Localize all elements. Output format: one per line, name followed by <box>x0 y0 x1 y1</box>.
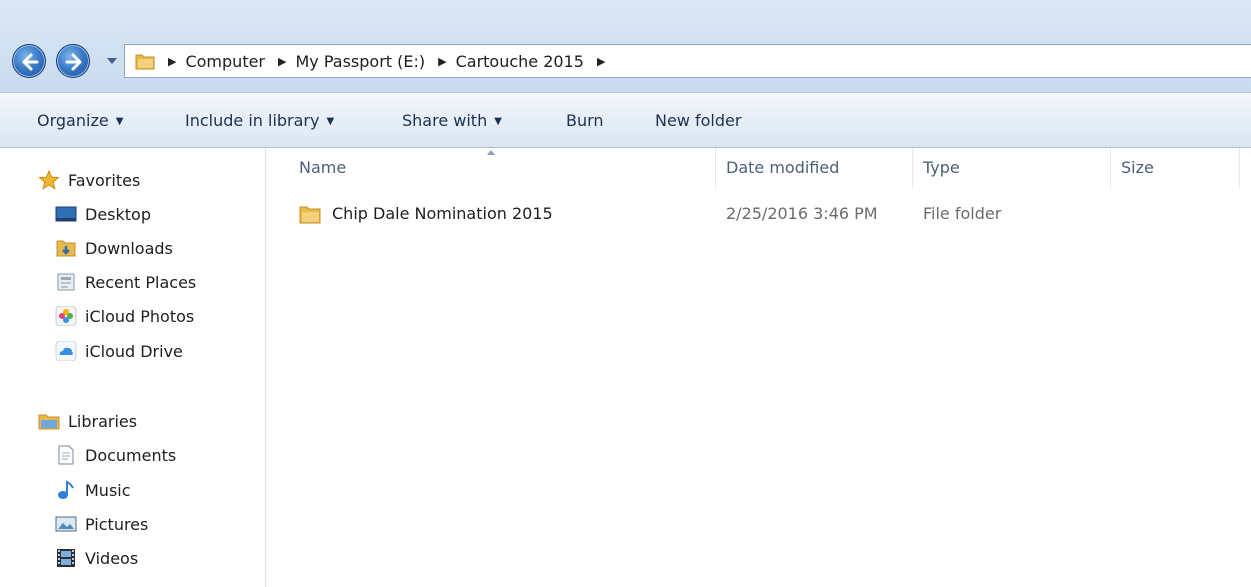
sidebar-item-documents[interactable]: Documents <box>55 442 176 468</box>
column-divider[interactable] <box>1239 148 1240 188</box>
sidebar-item-label: Pictures <box>85 514 149 534</box>
folder-icon <box>135 52 155 70</box>
share-with-button[interactable]: Share with ▼ <box>402 111 502 130</box>
sidebar-item-label: Documents <box>85 445 177 465</box>
sidebar-item-desktop[interactable]: Desktop <box>55 201 151 227</box>
column-header-name[interactable]: Name <box>299 158 346 177</box>
include-in-library-label: Include in library <box>185 111 320 130</box>
navigation-pane: Favorites Desktop Downloads Recent Place… <box>0 148 266 587</box>
file-type: File folder <box>923 204 1002 223</box>
title-bar: ▶ Computer ▶ My Passport (E:) ▶ Cartouch… <box>0 0 1251 92</box>
command-bar: Organize ▼ Include in library ▼ Share with… <box>0 92 1251 148</box>
file-name[interactable]: Chip Dale Nomination 2015 <box>332 204 553 223</box>
dropdown-arrow-icon: ▼ <box>115 116 124 127</box>
sort-ascending-icon <box>487 150 495 155</box>
column-header-size[interactable]: Size <box>1121 158 1154 177</box>
dropdown-arrow-icon: ▼ <box>326 116 335 127</box>
chevron-right-icon[interactable]: ▶ <box>597 56 605 67</box>
sidebar-item-label: Recent Places <box>85 272 197 292</box>
new-folder-button[interactable]: New folder <box>655 111 741 130</box>
recent-places-icon <box>55 272 77 292</box>
sidebar-item-label: Downloads <box>85 238 173 258</box>
chevron-right-icon[interactable]: ▶ <box>438 56 446 67</box>
include-in-library-button[interactable]: Include in library ▼ <box>185 111 334 130</box>
burn-button[interactable]: Burn <box>566 111 604 130</box>
sidebar-item-label: iCloud Photos <box>85 306 195 326</box>
column-divider[interactable] <box>912 148 913 188</box>
file-list: Name Date modified Type Size Chip Dale N… <box>267 148 1251 587</box>
breadcrumb-cartouche-2015[interactable]: Cartouche 2015 <box>456 52 584 71</box>
pictures-icon <box>55 514 77 534</box>
downloads-icon <box>55 238 77 258</box>
column-divider[interactable] <box>715 148 716 188</box>
sidebar-item-pictures[interactable]: Pictures <box>55 511 148 537</box>
chevron-right-icon[interactable]: ▶ <box>168 56 176 67</box>
file-row[interactable]: Chip Dale Nomination 2015 2/25/2016 3:46… <box>267 200 1251 230</box>
star-icon <box>38 169 60 190</box>
address-bar[interactable]: ▶ Computer ▶ My Passport (E:) ▶ Cartouch… <box>124 44 1251 78</box>
organize-button[interactable]: Organize ▼ <box>37 111 123 130</box>
breadcrumb-my-passport[interactable]: My Passport (E:) <box>295 52 425 71</box>
sidebar-libraries[interactable]: Libraries <box>38 408 137 434</box>
videos-film-icon <box>55 548 77 568</box>
column-header-type[interactable]: Type <box>923 158 960 177</box>
icloud-photos-icon <box>55 305 77 327</box>
music-note-icon <box>55 480 77 500</box>
sidebar-item-music[interactable]: Music <box>55 477 131 503</box>
forward-arrow-icon <box>65 53 82 71</box>
breadcrumb-computer[interactable]: Computer <box>185 52 265 71</box>
folder-icon <box>299 204 321 224</box>
sidebar-item-icloud-drive[interactable]: iCloud Drive <box>55 338 183 364</box>
back-button[interactable] <box>12 44 46 78</box>
chevron-right-icon[interactable]: ▶ <box>278 56 286 67</box>
documents-icon <box>55 445 77 465</box>
column-header-date-modified[interactable]: Date modified <box>726 158 839 177</box>
library-icon <box>38 411 60 431</box>
dropdown-arrow-icon: ▼ <box>494 116 502 127</box>
sidebar-favorites-label: Favorites <box>68 170 141 190</box>
sidebar-item-icloud-photos[interactable]: iCloud Photos <box>55 303 194 329</box>
sidebar-libraries-label: Libraries <box>68 411 138 431</box>
file-date-modified: 2/25/2016 3:46 PM <box>726 204 878 223</box>
sidebar-favorites[interactable]: Favorites <box>38 167 140 193</box>
sidebar-item-videos[interactable]: Videos <box>55 545 138 571</box>
sidebar-item-label: Videos <box>85 548 139 568</box>
recent-pages-dropdown[interactable] <box>106 56 118 66</box>
back-arrow-icon <box>22 53 39 71</box>
sidebar-item-label: iCloud Drive <box>85 341 183 361</box>
sidebar-item-label: Desktop <box>85 204 151 224</box>
organize-label: Organize <box>37 111 109 130</box>
sidebar-item-recent-places[interactable]: Recent Places <box>55 269 196 295</box>
forward-button[interactable] <box>56 44 90 78</box>
share-with-label: Share with <box>402 111 488 130</box>
column-divider[interactable] <box>1110 148 1111 188</box>
sidebar-item-label: Music <box>85 480 131 500</box>
icloud-drive-icon <box>55 340 77 362</box>
sidebar-item-downloads[interactable]: Downloads <box>55 235 173 261</box>
desktop-icon <box>55 204 77 224</box>
